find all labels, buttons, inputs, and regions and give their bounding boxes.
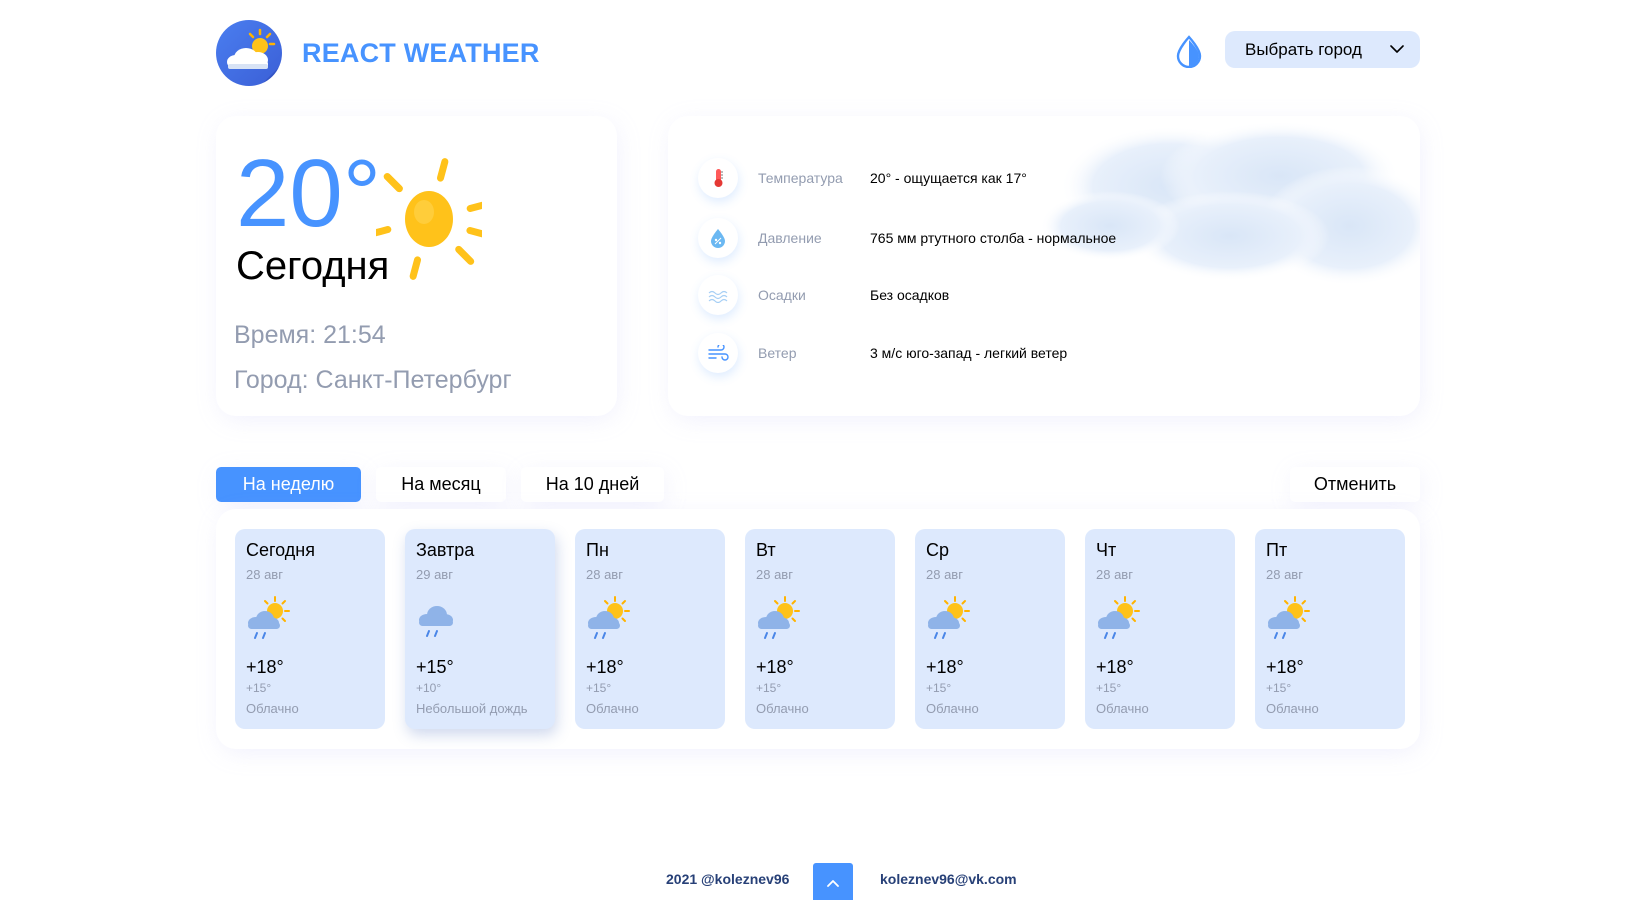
detail-label: Температура — [758, 170, 843, 186]
detail-row-temperature: Температура 20° - ощущается как 17° — [698, 158, 1027, 198]
detail-label: Давление — [758, 230, 822, 246]
current-temperature: 20° — [236, 140, 382, 247]
forecast-list: Сегодня 28 авг +18° +15° Облачно Завтра … — [216, 509, 1420, 749]
detail-row-wind: Ветер 3 м/с юго-запад - легкий ветер — [698, 333, 1067, 373]
cancel-button[interactable]: Отменить — [1290, 467, 1420, 502]
detail-row-pressure: Давление 765 мм ртутного столба - нормал… — [698, 218, 1116, 258]
forecast-min-temp: +15° — [1266, 681, 1292, 695]
forecast-min-temp: +15° — [246, 681, 272, 695]
header: REACT WEATHER Выбрать город — [216, 20, 1420, 86]
forecast-card[interactable]: Пт 28 авг +18° +15° Облачно — [1255, 529, 1405, 729]
clouds-background-image — [1040, 121, 1420, 286]
detail-row-precipitation: Осадки Без осадков — [698, 275, 949, 315]
sun-cloud-rain-icon — [925, 595, 973, 641]
forecast-description: Облачно — [756, 701, 809, 716]
forecast-day: Пн — [586, 540, 609, 560]
cloud-rain-icon — [415, 595, 463, 641]
forecast-max-temp: +18° — [926, 657, 964, 677]
detail-value: 20° - ощущается как 17° — [870, 170, 1027, 186]
current-city: Город: Санкт-Петербург — [234, 366, 512, 394]
forecast-date: 28 авг — [1096, 567, 1133, 582]
forecast-date: 28 авг — [1266, 567, 1303, 582]
chevron-up-icon — [827, 880, 839, 887]
forecast-date: 28 авг — [756, 567, 793, 582]
forecast-day: Вт — [756, 540, 776, 560]
chevron-down-icon — [1390, 45, 1404, 53]
footer-email: koleznev96@vk.com — [880, 871, 1017, 887]
forecast-max-temp: +18° — [1266, 657, 1304, 677]
detail-label: Ветер — [758, 345, 797, 361]
forecast-day: Чт — [1096, 540, 1117, 560]
city-select[interactable]: Выбрать город — [1225, 31, 1420, 68]
forecast-day: Пт — [1266, 540, 1288, 560]
detail-value: 3 м/с юго-запад - легкий ветер — [870, 345, 1068, 361]
forecast-card[interactable]: Ср 28 авг +18° +15° Облачно — [915, 529, 1065, 729]
forecast-max-temp: +18° — [1096, 657, 1134, 677]
forecast-min-temp: +15° — [756, 681, 782, 695]
forecast-card[interactable]: Чт 28 авг +18° +15° Облачно — [1085, 529, 1235, 729]
today-card: 20° Сегодня Время: 21:54 Город: Санкт-Пе… — [216, 116, 617, 416]
weather-details-card: Температура 20° - ощущается как 17° Давл… — [668, 116, 1420, 416]
app-title: REACT WEATHER — [302, 37, 540, 68]
forecast-date: 28 авг — [586, 567, 623, 582]
tab-week[interactable]: На неделю — [216, 467, 361, 502]
precipitation-icon — [698, 275, 738, 315]
logo[interactable]: REACT WEATHER — [216, 20, 540, 86]
forecast-day: Ср — [926, 540, 950, 560]
sun-cloud-rain-icon — [755, 595, 803, 641]
logo-icon — [216, 20, 282, 86]
forecast-description: Облачно — [246, 701, 299, 716]
forecast-description: Облачно — [586, 701, 639, 716]
forecast-day: Завтра — [416, 540, 475, 560]
forecast-description: Облачно — [1266, 701, 1319, 716]
forecast-max-temp: +18° — [756, 657, 794, 677]
wind-icon — [698, 333, 738, 373]
forecast-min-temp: +15° — [1096, 681, 1122, 695]
forecast-card[interactable]: Пн 28 авг +18° +15° Облачно — [575, 529, 725, 729]
detail-label: Осадки — [758, 287, 806, 303]
tab-month[interactable]: На месяц — [376, 467, 506, 502]
forecast-description: Облачно — [1096, 701, 1149, 716]
thermometer-icon — [698, 158, 738, 198]
forecast-description: Облачно — [926, 701, 979, 716]
detail-value: Без осадков — [870, 287, 950, 303]
forecast-max-temp: +18° — [246, 657, 284, 677]
forecast-max-temp: +18° — [586, 657, 624, 677]
forecast-date: 28 авг — [926, 567, 963, 582]
forecast-date: 29 авг — [416, 567, 453, 582]
sun-cloud-rain-icon — [1265, 595, 1313, 641]
forecast-day: Сегодня — [246, 540, 315, 560]
weather-app: REACT WEATHER Выбрать город 20° Сегодня — [0, 0, 1629, 900]
footer-copyright: 2021 @koleznev96 — [666, 871, 790, 887]
city-select-value: Выбрать город — [1245, 39, 1362, 59]
sun-cloud-rain-icon — [585, 595, 633, 641]
scroll-top-button[interactable] — [813, 863, 853, 900]
sun-icon — [376, 158, 482, 280]
forecast-min-temp: +15° — [586, 681, 612, 695]
detail-value: 765 мм ртутного столба - нормальное — [870, 230, 1117, 246]
forecast-min-temp: +15° — [926, 681, 952, 695]
theme-toggle-drop-icon[interactable] — [1174, 34, 1204, 69]
today-label: Сегодня — [236, 244, 390, 288]
forecast-date: 28 авг — [246, 567, 283, 582]
forecast-max-temp: +15° — [416, 657, 454, 677]
forecast-card[interactable]: Завтра 29 авг +15° +10° Небольшой дождь — [405, 529, 555, 729]
forecast-card[interactable]: Вт 28 авг +18° +15° Облачно — [745, 529, 895, 729]
current-time: Время: 21:54 — [234, 321, 386, 349]
forecast-description: Небольшой дождь — [416, 701, 528, 716]
pressure-drop-icon — [698, 218, 738, 258]
sun-cloud-rain-icon — [1095, 595, 1143, 641]
forecast-card[interactable]: Сегодня 28 авг +18° +15° Облачно — [235, 529, 385, 729]
tab-ten-days[interactable]: На 10 дней — [521, 467, 664, 502]
forecast-min-temp: +10° — [416, 681, 442, 695]
sun-cloud-rain-icon — [245, 595, 293, 641]
